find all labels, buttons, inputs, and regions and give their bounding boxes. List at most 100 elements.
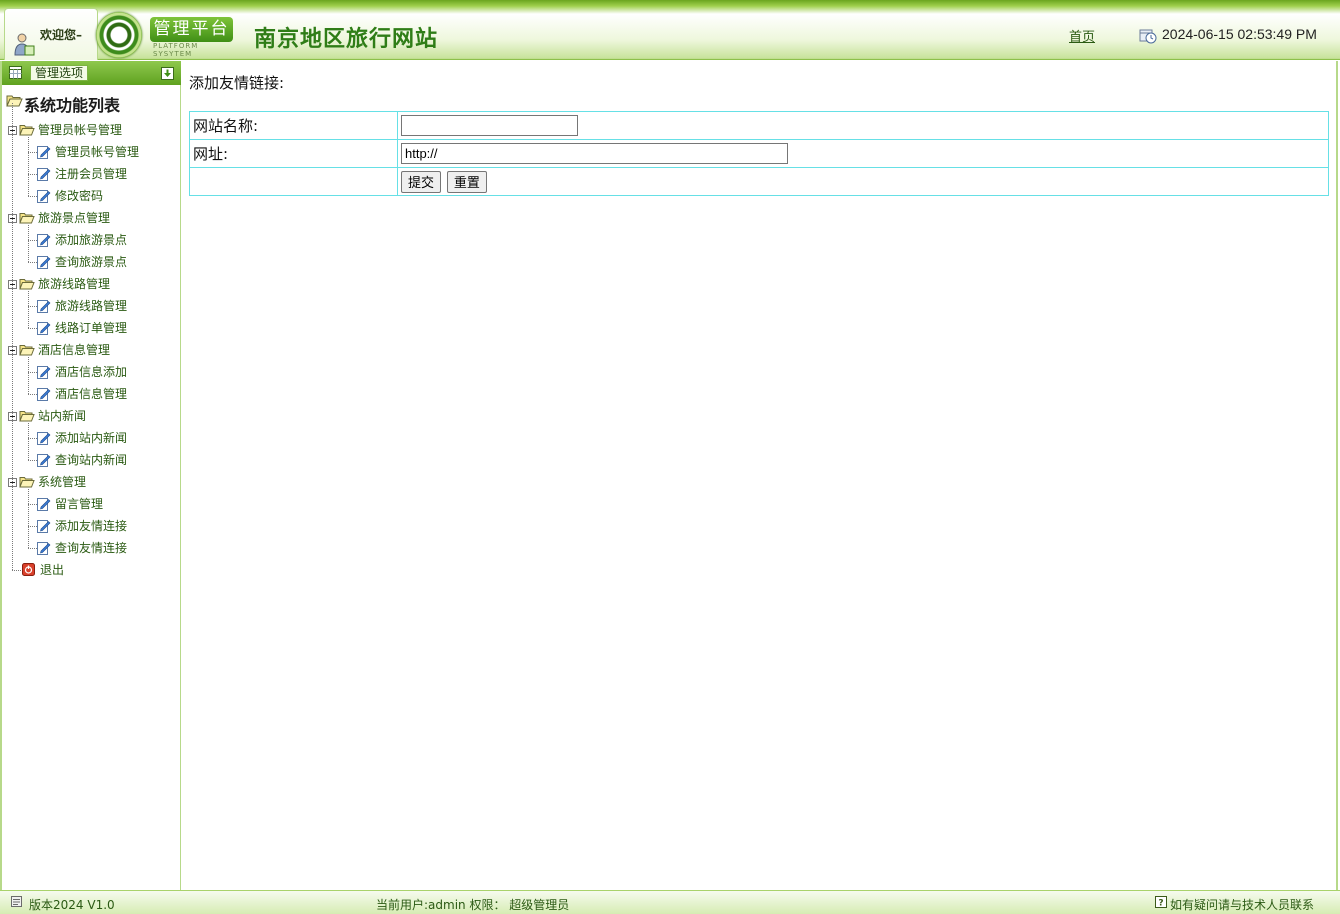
menu-item-label: 管理员帐号管理 [55,145,140,159]
home-link[interactable]: 首页 [1069,26,1095,45]
menu-item-label: 查询旅游景点 [55,255,128,269]
menu-group[interactable]: 酒店信息管理 [8,341,178,359]
menu-group-label: 酒店信息管理 [38,343,111,357]
edit-page-icon [37,234,51,247]
menu-item[interactable]: 注册会员管理 [37,165,177,183]
edit-page-icon [37,190,51,203]
tree-line-horizontal [28,394,37,395]
tree-line-vertical [28,137,29,196]
menu-group[interactable]: 旅游线路管理 [8,275,178,293]
menu-item-label: 添加友情连接 [55,519,128,533]
tree-line-horizontal [28,152,37,153]
menu-header-label: 管理选项 [30,65,89,81]
edit-page-icon [37,542,51,555]
folder-open-icon [19,411,35,422]
menu-group[interactable]: 管理员帐号管理 [8,121,178,139]
document-icon [11,896,22,907]
menu-item[interactable]: 添加旅游景点 [37,231,177,249]
clock-icon [1139,29,1157,44]
edit-page-icon [37,498,51,511]
url-label: 网址: [189,139,398,168]
left-menu: 管理选项 系统功能列表 管理员帐号管理 管理员帐号管理 注册会员管理 修改密码 旅游景点… [0,61,181,890]
form-row-url: 网址: [189,139,1329,168]
menu-item-label: 留言管理 [55,497,104,511]
version-text: 版本2024 V1.0 [29,898,115,912]
tree-line-horizontal [28,240,37,241]
menu-item[interactable]: 管理员帐号管理 [37,143,177,161]
menu-item-label: 注册会员管理 [55,167,128,181]
tree-line-horizontal [28,526,37,527]
page-title: 添加友情链接: [189,74,285,92]
edit-page-icon [37,256,51,269]
menu-group-label: 管理员帐号管理 [38,123,123,137]
tree-line-horizontal [28,372,37,373]
main-content: 添加友情链接: 网站名称: 网址: 提交 重置 [182,61,1338,890]
form-row-name: 网站名称: [189,111,1329,140]
menu-header: 管理选项 [2,61,181,85]
tree-line-horizontal [28,504,37,505]
edit-page-icon [37,388,51,401]
logo-icon [96,12,142,58]
folder-open-icon [19,125,35,136]
tree-line-vertical [12,103,13,570]
site-name-input[interactable] [401,115,578,136]
menu-item[interactable]: 留言管理 [37,495,177,513]
edit-page-icon [37,520,51,533]
menu-group[interactable]: 站内新闻 [8,407,178,425]
actions-cell: 提交 重置 [397,167,1329,196]
help-icon: ? [1155,896,1167,908]
menu-item[interactable]: 添加站内新闻 [37,429,177,447]
menu-item[interactable]: 线路订单管理 [37,319,177,337]
tree-line-horizontal [28,174,37,175]
menu-group-label: 旅游景点管理 [38,211,111,225]
platform-badge: 管理平台 [150,17,233,42]
menu-group[interactable]: 系统管理 [8,473,178,491]
logout-item[interactable]: 退出 [22,561,122,579]
tree-line-horizontal [28,460,37,461]
edit-page-icon [37,300,51,313]
calendar-icon [9,66,22,79]
url-cell [397,139,1329,168]
tree-line-horizontal [28,306,37,307]
menu-item-label: 查询站内新闻 [55,453,128,467]
tree-line-horizontal [12,570,21,571]
tree-line-vertical [28,357,29,394]
menu-item-label: 线路订单管理 [55,321,128,335]
tree-root-label: 系统功能列表 [24,96,121,115]
menu-item[interactable]: 查询站内新闻 [37,451,177,469]
current-datetime: 2024-06-15 02:53:49 PM [1162,26,1317,42]
tree-root: 系统功能列表 [6,92,120,116]
top-header: 欢迎您– 管理平台 PLATFORM SYSYTEM 南京地区旅行网站 首页 2… [0,0,1340,60]
user-icon [14,33,35,56]
menu-item-label: 修改密码 [55,189,104,203]
menu-item-label: 酒店信息管理 [55,387,128,401]
menu-item[interactable]: 添加友情连接 [37,517,177,535]
power-icon [22,563,35,576]
menu-item[interactable]: 查询友情连接 [37,539,177,557]
menu-group-label: 旅游线路管理 [38,277,111,291]
menu-item[interactable]: 查询旅游景点 [37,253,177,271]
edit-page-icon [37,432,51,445]
folder-open-icon [19,213,35,224]
site-name-label: 网站名称: [189,111,398,140]
edit-page-icon [37,322,51,335]
tree-line-vertical [28,423,29,460]
menu-item[interactable]: 酒店信息添加 [37,363,177,381]
folder-open-icon [19,279,35,290]
menu-item[interactable]: 修改密码 [37,187,177,205]
logout-label: 退出 [40,563,65,577]
tree-line-vertical [28,291,29,328]
menu-item[interactable]: 酒店信息管理 [37,385,177,403]
tree-line-vertical [28,489,29,548]
arrow-down-icon[interactable] [161,67,174,80]
tree-line-horizontal [28,548,37,549]
reset-button[interactable]: 重置 [446,170,487,193]
menu-group[interactable]: 旅游景点管理 [8,209,178,227]
menu-item-label: 添加站内新闻 [55,431,128,445]
submit-button[interactable]: 提交 [401,170,442,193]
menu-item-label: 添加旅游景点 [55,233,128,247]
url-input[interactable] [401,143,788,164]
menu-item[interactable]: 旅游线路管理 [37,297,177,315]
menu-item-label: 旅游线路管理 [55,299,128,313]
tree-line-horizontal [28,328,37,329]
